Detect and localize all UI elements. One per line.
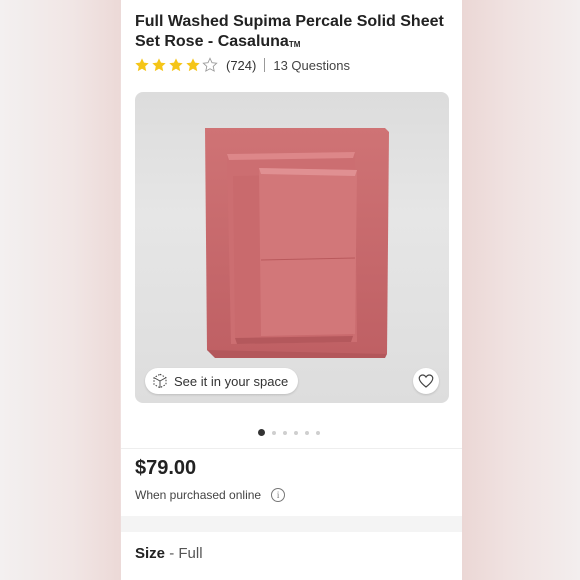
star-rating [134, 57, 218, 73]
review-count[interactable]: (724) [226, 58, 256, 73]
carousel-dot[interactable] [305, 430, 309, 435]
size-selector-heading[interactable]: Size - Full [135, 545, 203, 562]
star-empty-icon [202, 57, 218, 72]
section-gap [121, 516, 462, 532]
carousel-dot[interactable] [294, 430, 298, 435]
size-value: Full [178, 545, 203, 562]
star-icon [169, 58, 183, 72]
size-separator: - [169, 545, 175, 562]
carousel-dots[interactable] [258, 429, 320, 436]
info-icon[interactable]: i [271, 488, 286, 502]
sheet-set-illustration [205, 128, 389, 358]
price-note-row: When purchased online i [135, 488, 286, 502]
trademark: TM [288, 40, 301, 49]
heart-icon [418, 374, 434, 388]
divider [264, 58, 266, 72]
see-in-space-label: See it in your space [174, 373, 289, 389]
questions-link[interactable]: 13 Questions [273, 58, 350, 73]
left-backdrop [0, 0, 120, 580]
star-icon [186, 58, 200, 72]
carousel-dot[interactable] [316, 430, 320, 435]
size-label: Size [135, 545, 166, 562]
product-image[interactable]: See it in your space [135, 92, 449, 403]
star-icon [152, 58, 166, 72]
carousel-dot-active[interactable] [258, 429, 265, 436]
favorite-button[interactable] [413, 368, 439, 394]
carousel-dot[interactable] [283, 430, 287, 435]
section-divider [121, 448, 462, 449]
right-backdrop [462, 0, 580, 580]
product-card: Full Washed Supima Percale Solid Sheet S… [121, 0, 462, 580]
see-in-space-button[interactable]: See it in your space [145, 368, 299, 394]
rating-row[interactable]: (724) 13 Questions [134, 56, 350, 74]
ar-cube-icon [153, 373, 167, 389]
star-icon [135, 58, 149, 72]
product-title: Full Washed Supima Percale Solid Sheet S… [135, 12, 453, 52]
price: $79.00 [135, 457, 197, 479]
carousel-dot[interactable] [272, 430, 276, 435]
price-note: When purchased online [135, 488, 262, 502]
